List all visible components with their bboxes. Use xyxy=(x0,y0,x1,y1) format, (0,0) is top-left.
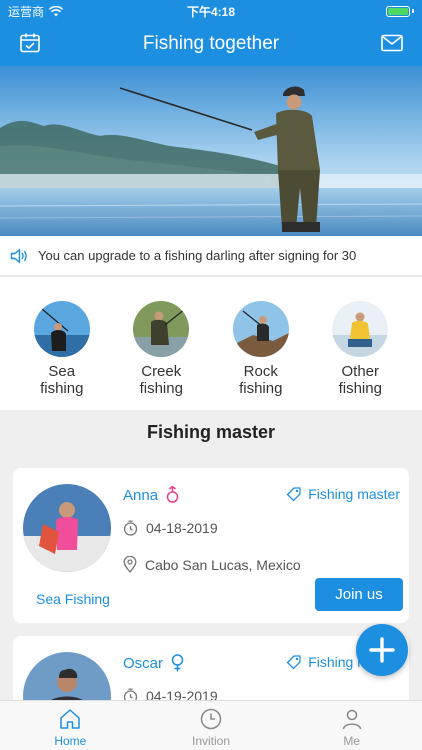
page-title: Fishing together xyxy=(142,33,280,54)
navbar: Fishing together xyxy=(0,22,422,66)
master-name[interactable]: Oscar xyxy=(123,655,163,672)
other-fishing-image xyxy=(332,301,389,357)
master-tag-label: Fishing master xyxy=(308,486,400,502)
category-other-fishing[interactable]: Other fishing xyxy=(320,277,400,410)
speaker-icon xyxy=(10,247,27,264)
category-row: Sea fishing Creek fishing Rock fishing O… xyxy=(0,277,422,410)
master-location: Cabo San Lucas, Mexico xyxy=(123,556,301,573)
section-title: Fishing master xyxy=(146,422,276,442)
avatar[interactable] xyxy=(23,484,111,572)
header-bar: 运营商 下午4:18 Fishing together xyxy=(0,0,422,66)
tab-me[interactable]: Me xyxy=(281,701,422,750)
master-fishing-type: Sea Fishing xyxy=(36,591,110,607)
category-sea-fishing[interactable]: Sea fishing xyxy=(22,277,102,410)
tab-bar: Home Invition Me xyxy=(0,700,422,750)
user-icon xyxy=(342,709,361,730)
mail-icon[interactable] xyxy=(381,34,403,52)
master-name-row: Anna xyxy=(123,486,179,504)
category-rock-fishing[interactable]: Rock fishing xyxy=(221,277,301,410)
status-time: 下午4:18 xyxy=(186,4,236,19)
notice-text: You can upgrade to a fishing darling aft… xyxy=(38,248,357,263)
category-label: Other fishing xyxy=(338,363,382,397)
tab-label: Me xyxy=(343,734,361,748)
tab-label: Invition xyxy=(191,734,231,748)
category-creek-fishing[interactable]: Creek fishing xyxy=(121,277,201,410)
master-date: 04-18-2019 xyxy=(123,520,218,536)
master-name-row: Oscar xyxy=(123,654,184,672)
category-label: Creek fishing xyxy=(139,363,183,397)
master-card[interactable]: Anna Fishing master 04-18-2019 Cabo San … xyxy=(13,468,409,623)
clock-icon xyxy=(200,708,222,730)
home-icon xyxy=(60,709,81,729)
stopwatch-icon xyxy=(123,520,138,536)
rock-fishing-image xyxy=(232,301,289,357)
notice-bar[interactable]: You can upgrade to a fishing darling aft… xyxy=(0,236,422,276)
tab-home[interactable]: Home xyxy=(0,701,141,750)
sea-fishing-image xyxy=(33,301,90,357)
tab-label: Home xyxy=(54,734,87,748)
tag-icon xyxy=(286,487,301,502)
master-date-value: 04-18-2019 xyxy=(146,520,218,536)
location-pin-icon xyxy=(123,556,137,573)
master-tag: Fishing master xyxy=(286,486,400,502)
category-label: Sea fishing xyxy=(40,363,84,397)
female-icon xyxy=(171,654,184,672)
join-us-button[interactable]: Join us xyxy=(315,578,403,611)
banner-image[interactable] xyxy=(0,66,422,236)
tag-icon xyxy=(286,655,301,670)
master-name[interactable]: Anna xyxy=(123,487,158,504)
tab-invition[interactable]: Invition xyxy=(141,701,282,750)
female-icon xyxy=(166,486,179,503)
plus-icon xyxy=(369,637,395,663)
add-button[interactable] xyxy=(356,624,408,676)
calendar-icon[interactable] xyxy=(19,32,41,54)
status-bar: 运营商 下午4:18 xyxy=(0,0,422,22)
category-label: Rock fishing xyxy=(239,363,283,397)
master-location-value: Cabo San Lucas, Mexico xyxy=(145,556,301,573)
creek-fishing-image xyxy=(133,301,190,357)
